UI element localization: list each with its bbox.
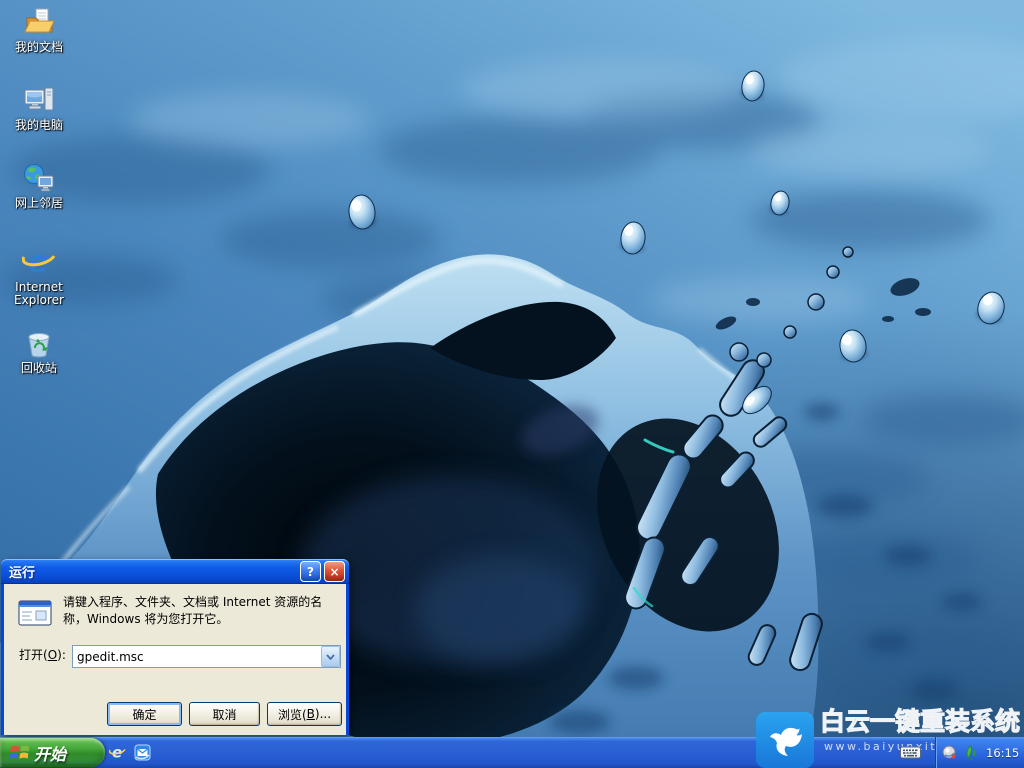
desktop-icon-label: 我的电脑	[15, 119, 63, 132]
start-button[interactable]: 开始	[0, 738, 105, 767]
desktop-icon-network-places[interactable]: 网上邻居	[0, 161, 78, 210]
browse-button[interactable]: 浏览(B)...	[267, 702, 342, 726]
desktop-icon-my-documents[interactable]: 我的文档	[0, 5, 78, 54]
help-button[interactable]: ?	[300, 561, 321, 582]
taskbar-clock[interactable]: 16:15	[986, 746, 1019, 760]
desktop-icon-internet-explorer[interactable]: e Internet Explorer	[0, 245, 78, 307]
open-label: 打开(O):	[19, 646, 72, 663]
language-input-indicator[interactable]	[900, 745, 921, 760]
outlook-express-icon	[134, 744, 151, 761]
desktop-icon-my-computer[interactable]: 我的电脑	[0, 83, 78, 132]
my-computer-icon	[22, 83, 56, 117]
desktop-icon-recycle-bin[interactable]: 回收站	[0, 326, 78, 375]
chevron-down-icon	[326, 654, 335, 660]
start-button-label: 开始	[34, 741, 76, 765]
internet-explorer-quicklaunch[interactable]: e	[108, 744, 126, 762]
internet-explorer-icon: e	[109, 744, 126, 761]
desktop-icon-label: Internet Explorer	[2, 281, 76, 307]
run-dialog-body: 请键入程序、文件夹、文档或 Internet 资源的名 称，Windows 将为…	[4, 584, 346, 735]
recycle-bin-icon	[22, 326, 56, 360]
cancel-button[interactable]: 取消	[189, 702, 260, 726]
message-line-2: 称，Windows 将为您打开它。	[63, 612, 228, 626]
run-dialog-title: 运行	[9, 562, 297, 581]
close-button[interactable]: ×	[324, 561, 345, 582]
run-program-icon	[16, 598, 54, 628]
desktop-icon-label: 回收站	[21, 362, 57, 375]
message-line-1: 请键入程序、文件夹、文档或 Internet 资源的名	[63, 595, 322, 609]
desktop-icon-label: 网上邻居	[15, 197, 63, 210]
internet-explorer-icon: e	[22, 245, 56, 279]
green-utility-icon[interactable]	[963, 745, 979, 761]
desktop: 我的文档 我的电脑	[0, 0, 1024, 768]
ok-button[interactable]: 确定	[107, 702, 182, 726]
volume-utility-icon[interactable]	[942, 745, 958, 761]
open-label-row: 打开(O):	[19, 646, 72, 663]
my-documents-icon	[22, 5, 56, 39]
run-dialog: 运行 ? × 请键入程序、文件夹、文档或 Internet 资源的名 称，Win…	[1, 559, 349, 735]
network-places-icon	[22, 161, 56, 195]
outlook-express-quicklaunch[interactable]	[133, 744, 151, 762]
run-dialog-titlebar[interactable]: 运行 ? ×	[1, 559, 349, 584]
windows-flag-icon	[7, 742, 29, 764]
run-command-combobox	[72, 645, 341, 668]
keyboard-icon	[900, 745, 921, 760]
system-tray: 16:15	[935, 737, 1024, 768]
tray-cluster: 16:15	[900, 737, 1024, 768]
run-dialog-message: 请键入程序、文件夹、文档或 Internet 资源的名 称，Windows 将为…	[63, 594, 345, 628]
run-command-input[interactable]	[73, 646, 321, 667]
quick-launch-bar: e	[104, 737, 151, 768]
combobox-dropdown-button[interactable]	[321, 646, 340, 667]
dialog-button-row: 确定 取消 浏览(B)...	[4, 702, 346, 726]
taskbar: 开始 e	[0, 737, 1024, 768]
desktop-icon-label: 我的文档	[15, 41, 63, 54]
